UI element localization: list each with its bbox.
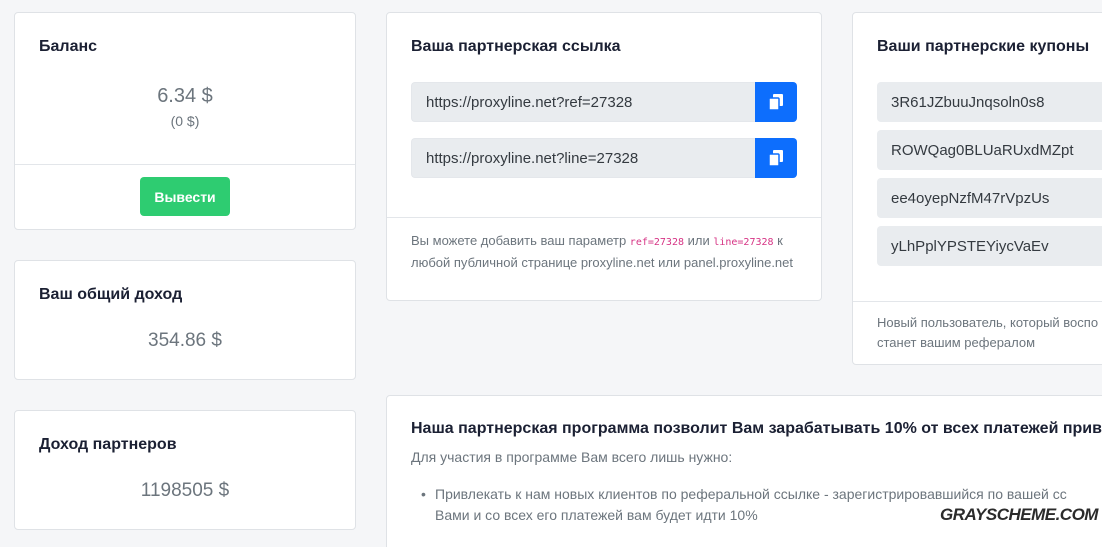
copy-icon [769,94,783,110]
partner-income-card: Доход партнеров 1198505 $ [14,410,356,530]
param-line-code: line=27328 [713,237,774,248]
program-title: Наша партнерская программа позволит Вам … [411,420,1102,437]
program-intro: Для участия в программе Вам всего лишь н… [411,449,733,465]
total-income-title: Ваш общий доход [39,286,183,303]
balance-amount: 6.34 $ [157,85,213,107]
line-link-field[interactable]: https://proxyline.net?line=27328 [411,138,755,178]
partner-income-title: Доход партнеров [39,436,177,453]
coupons-card: Ваши партнерские купоны 3R61JZbuuJnqsoln… [852,12,1102,365]
partner-link-note: Вы можете добавить ваш параметр ref=2732… [411,231,803,273]
copy-icon [769,150,783,166]
ref-link-field[interactable]: https://proxyline.net?ref=27328 [411,82,755,122]
balance-divider [15,164,355,165]
coupons-note-line2: станет вашим рефералом [877,335,1036,350]
coupon-field[interactable]: ROWQag0BLUaRUxdMZpt [877,130,1102,170]
param-ref-code: ref=27328 [629,237,684,248]
total-income-amount: 354.86 $ [148,330,222,351]
note-prefix: Вы можете добавить ваш параметр [411,233,630,248]
program-bullet-line1: Привлекать к нам новых клиентов по рефер… [435,486,1067,502]
copy-ref-link-button[interactable] [755,82,797,122]
balance-title: Баланс [39,38,98,55]
partner-income-amount: 1198505 $ [140,480,230,501]
coupons-note-line1: Новый пользователь, который воспо [877,315,1099,330]
partner-link-card: Ваша партнерская ссылка https://proxylin… [386,12,822,301]
coupon-field[interactable]: yLhPplYPSTEYiycVaEv [877,226,1102,266]
coupon-field[interactable]: 3R61JZbuuJnqsoln0s8 [877,82,1102,122]
coupons-divider [853,301,1102,302]
partner-link-title: Ваша партнерская ссылка [411,38,621,55]
copy-line-link-button[interactable] [755,138,797,178]
withdraw-button[interactable]: Вывести [140,177,230,216]
ref-link-group: https://proxyline.net?ref=27328 [411,82,797,122]
coupons-title: Ваши партнерские купоны [877,38,1090,55]
balance-card: Баланс 6.34 $ (0 $) Вывести [14,12,356,230]
line-link-group: https://proxyline.net?line=27328 [411,138,797,178]
note-or: или [683,233,714,248]
coupon-field[interactable]: ee4oyepNzfM47rVpzUs [877,178,1102,218]
total-income-card: Ваш общий доход 354.86 $ [14,260,356,380]
balance-pending: (0 $) [170,113,200,129]
watermark: GRAYSCHEME.COM [940,505,1098,524]
partner-link-divider [387,217,821,218]
